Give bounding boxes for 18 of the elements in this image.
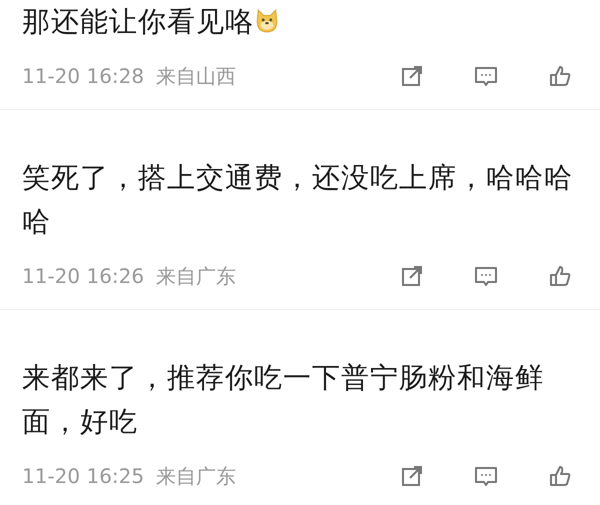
comment-text: 笑死了，搭上交通费，还没吃上席，哈哈哈哈 [22, 161, 573, 238]
share-icon[interactable] [400, 264, 424, 288]
comment-icon[interactable] [474, 264, 498, 288]
comment-text: 来都来了，推荐你吃一下普宁肠粉和海鲜面，好吃 [22, 361, 544, 438]
thumbs-up-icon[interactable] [548, 264, 572, 288]
comment-time: 11-20 16:25 [22, 464, 144, 488]
comment-text: 那还能让你看见咯 [22, 5, 254, 38]
comment-icon[interactable] [474, 64, 498, 88]
comment-location: 来自广东 [156, 262, 236, 290]
comment-time: 11-20 16:28 [22, 64, 144, 88]
share-icon[interactable] [400, 64, 424, 88]
comment-location: 来自山西 [156, 62, 236, 90]
thumbs-up-icon[interactable] [548, 64, 572, 88]
comment-icon[interactable] [474, 464, 498, 488]
comment-time: 11-20 16:26 [22, 264, 144, 288]
comment-location: 来自广东 [156, 462, 236, 490]
share-icon[interactable] [400, 464, 424, 488]
thumbs-up-icon[interactable] [548, 464, 572, 488]
